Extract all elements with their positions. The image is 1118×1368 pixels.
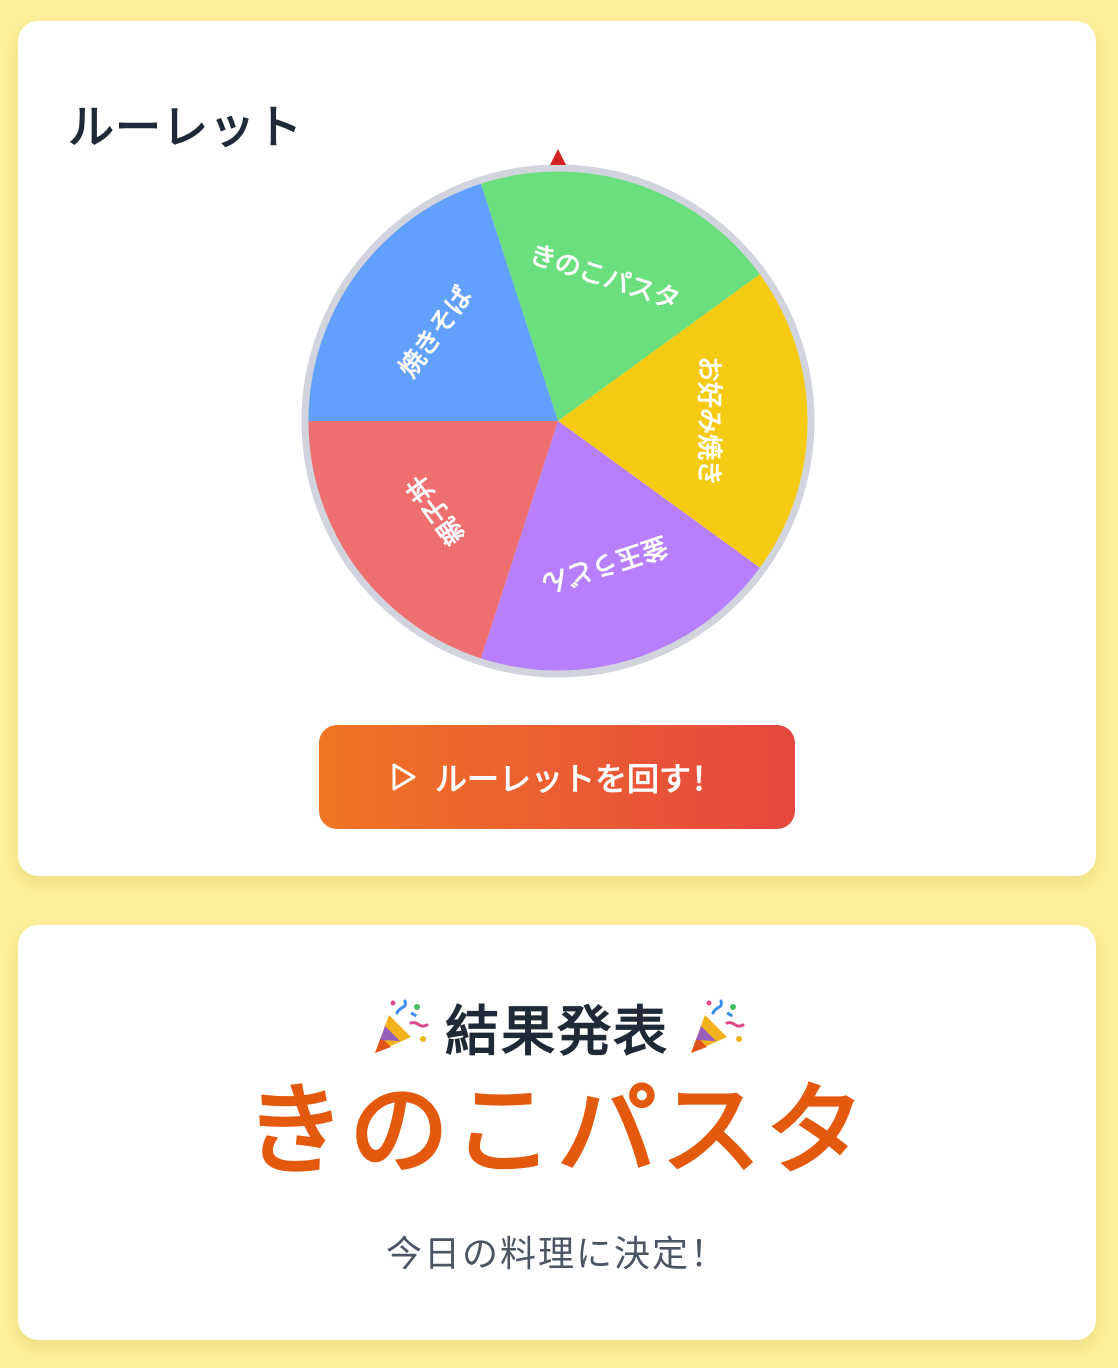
party-popper-icon: [375, 999, 429, 1053]
roulette-wheel: きのこパスタ お好み焼き 釜玉うどん 親子丼 焼きそば: [288, 149, 828, 689]
result-heading-text: 結果発表: [445, 1000, 669, 1063]
spin-roulette-button[interactable]: ルーレットを回す！: [319, 725, 795, 829]
result-value: きのこパスタ: [245, 1072, 869, 1189]
roulette-wheel-graphic: きのこパスタお好み焼き釜玉うどん親子丼焼きそば: [301, 149, 815, 678]
party-popper-icon: [691, 999, 745, 1053]
result-heading: 結果発表: [18, 987, 1096, 1066]
spin-button-label: ルーレットを回す！: [434, 760, 723, 798]
result-subtext: 今日の料理に決定！: [385, 1234, 728, 1275]
roulette-title: ルーレット: [68, 100, 303, 154]
wheel-segment-label: お好み焼き: [694, 356, 724, 486]
wheel-pointer-icon: [550, 149, 566, 165]
result-card: 結果発表 きのこパスタ 今日の料理に決定！: [18, 925, 1096, 1340]
play-icon: [392, 763, 416, 791]
roulette-card: ルーレット きのこパスタ お好み焼き 釜玉うどん 親子丼 焼きそば ルーレットを回す！: [18, 21, 1096, 876]
